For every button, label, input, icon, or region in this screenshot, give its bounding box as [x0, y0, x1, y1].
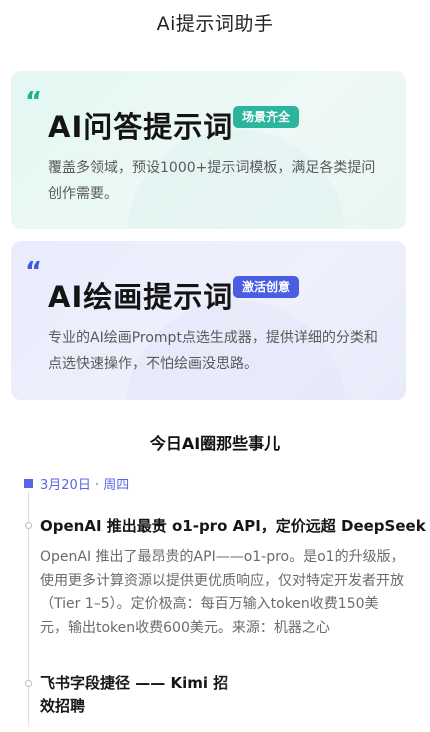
- date-marker-icon: [24, 479, 33, 488]
- card-description: 专业的AI绘画Prompt点选生成器，提供详细的分类和点选快速操作，不怕绘画没思…: [48, 330, 378, 372]
- drawing-prompt-card[interactable]: “ AI绘画提示词 激活创意 专业的AI绘画Prompt点选生成器，提供详细的分…: [11, 241, 406, 400]
- quote-icon: “: [25, 87, 43, 117]
- news-date-row: 3月20日 · 周四: [24, 474, 129, 493]
- top-bar: Ai提示词助手: [0, 0, 430, 44]
- news-section-title: 今日AI圈那些事儿: [149, 434, 281, 453]
- page-title: Ai提示词助手: [156, 12, 274, 35]
- qa-prompt-card[interactable]: “ AI问答提示词 场景齐全 覆盖多领域，预设1000+提示词模板，满足各类提问…: [11, 71, 406, 229]
- quote-icon: “: [25, 257, 43, 287]
- card-description: 覆盖多领域，预设1000+提示词模板，满足各类提问创作需要。: [48, 160, 376, 202]
- news-item-title[interactable]: 飞书字段捷径 —— Kimi 招 效招聘: [40, 672, 228, 718]
- news-item-title-line: 飞书字段捷径 —— Kimi 招: [40, 674, 229, 692]
- news-date: 3月20日 · 周四: [40, 478, 130, 493]
- news-item-body: OpenAI 推出了最昂贵的API——o1-pro。是o1的升级版，使用更多计算…: [40, 549, 405, 636]
- card-title: AI绘画提示词: [48, 280, 234, 314]
- card-badge: 场景齐全: [233, 106, 300, 128]
- fade-bottom: [0, 718, 430, 732]
- timeline-dot: [25, 680, 32, 687]
- timeline-dot: [25, 522, 32, 529]
- news-item-title[interactable]: OpenAI 推出最贵 o1-pro API，定价远超 DeepSeek: [40, 515, 426, 538]
- card-badge: 激活创意: [233, 276, 300, 298]
- card-title: AI问答提示词: [48, 110, 234, 144]
- news-item-title-line: 效招聘: [40, 697, 86, 715]
